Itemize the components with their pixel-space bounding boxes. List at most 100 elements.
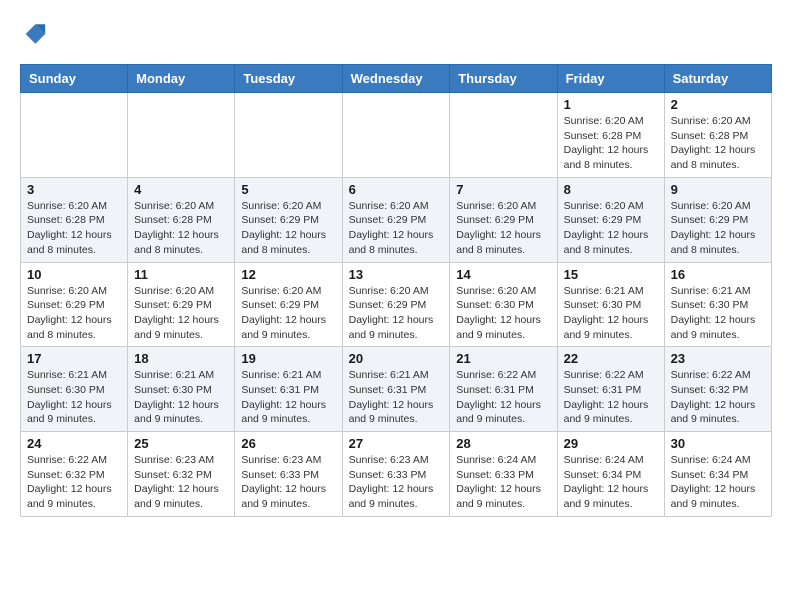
- day-number: 26: [241, 436, 335, 451]
- calendar-cell: 21Sunrise: 6:22 AM Sunset: 6:31 PM Dayli…: [450, 347, 557, 432]
- calendar-cell: 2 Sunrise: 6:20 AM Sunset: 6:28 PM Daylig…: [664, 93, 771, 178]
- day-number: 27: [349, 436, 444, 451]
- page-header: [20, 20, 772, 48]
- day-info: Sunrise: 6:21 AM Sunset: 6:31 PM Dayligh…: [349, 368, 444, 427]
- day-number: 6: [349, 182, 444, 197]
- day-number: 18: [134, 351, 228, 366]
- day-info: Sunrise: 6:22 AM Sunset: 6:31 PM Dayligh…: [456, 368, 550, 427]
- day-number: 11: [134, 267, 228, 282]
- day-number: 8: [564, 182, 658, 197]
- column-header-monday: Monday: [128, 65, 235, 93]
- calendar-cell: 12 Sunrise: 6:20 AM Sunset: 6:29 PM Dayli…: [235, 262, 342, 347]
- calendar-cell: [450, 93, 557, 178]
- calendar-week-row: 3 Sunrise: 6:20 AM Sunset: 6:28 PM Daylig…: [21, 177, 772, 262]
- logo: [20, 20, 52, 48]
- day-number: 19: [241, 351, 335, 366]
- day-number: 24: [27, 436, 121, 451]
- calendar-week-row: 24 Sunrise: 6:22 AM Sunset: 6:32 PM Dayli…: [21, 432, 772, 517]
- day-info: Sunrise: 6:20 AM Sunset: 6:30 PM Dayligh…: [456, 284, 550, 343]
- day-info: Sunrise: 6:24 AM Sunset: 6:33 PM Dayligh…: [456, 453, 550, 512]
- day-info: Sunrise: 6:22 AM Sunset: 6:32 PM Dayligh…: [27, 453, 121, 512]
- calendar-cell: 22 Sunrise: 6:22 AM Sunset: 6:31 PM Dayli…: [557, 347, 664, 432]
- day-number: 14: [456, 267, 550, 282]
- calendar-week-row: 17 Sunrise: 6:21 AM Sunset: 6:30 PM Dayli…: [21, 347, 772, 432]
- calendar-table: SundayMondayTuesdayWednesdayThursdayFrid…: [20, 64, 772, 517]
- day-info: Sunrise: 6:20 AM Sunset: 6:29 PM Dayligh…: [349, 284, 444, 343]
- day-info: Sunrise: 6:23 AM Sunset: 6:33 PM Dayligh…: [241, 453, 335, 512]
- day-number: 23: [671, 351, 765, 366]
- day-number: 9: [671, 182, 765, 197]
- day-info: Sunrise: 6:22 AM Sunset: 6:31 PM Dayligh…: [564, 368, 658, 427]
- calendar-cell: 16Sunrise: 6:21 AM Sunset: 6:30 PM Dayli…: [664, 262, 771, 347]
- day-number: 10: [27, 267, 121, 282]
- day-info: Sunrise: 6:20 AM Sunset: 6:28 PM Dayligh…: [134, 199, 228, 258]
- day-info: Sunrise: 6:20 AM Sunset: 6:29 PM Dayligh…: [241, 199, 335, 258]
- day-info: Sunrise: 6:20 AM Sunset: 6:29 PM Dayligh…: [456, 199, 550, 258]
- calendar-cell: 26 Sunrise: 6:23 AM Sunset: 6:33 PM Dayli…: [235, 432, 342, 517]
- day-info: Sunrise: 6:21 AM Sunset: 6:30 PM Dayligh…: [27, 368, 121, 427]
- calendar-cell: 18 Sunrise: 6:21 AM Sunset: 6:30 PM Dayli…: [128, 347, 235, 432]
- calendar-cell: 6 Sunrise: 6:20 AM Sunset: 6:29 PM Daylig…: [342, 177, 450, 262]
- calendar-cell: 19 Sunrise: 6:21 AM Sunset: 6:31 PM Dayli…: [235, 347, 342, 432]
- day-number: 3: [27, 182, 121, 197]
- calendar-cell: 8Sunrise: 6:20 AM Sunset: 6:29 PM Daylig…: [557, 177, 664, 262]
- day-info: Sunrise: 6:23 AM Sunset: 6:33 PM Dayligh…: [349, 453, 444, 512]
- calendar-week-row: 10 Sunrise: 6:20 AM Sunset: 6:29 PM Dayli…: [21, 262, 772, 347]
- day-info: Sunrise: 6:21 AM Sunset: 6:30 PM Dayligh…: [564, 284, 658, 343]
- calendar-cell: 13 Sunrise: 6:20 AM Sunset: 6:29 PM Dayli…: [342, 262, 450, 347]
- day-number: 17: [27, 351, 121, 366]
- day-number: 22: [564, 351, 658, 366]
- day-info: Sunrise: 6:21 AM Sunset: 6:30 PM Dayligh…: [134, 368, 228, 427]
- day-number: 28: [456, 436, 550, 451]
- column-header-saturday: Saturday: [664, 65, 771, 93]
- day-info: Sunrise: 6:24 AM Sunset: 6:34 PM Dayligh…: [671, 453, 765, 512]
- day-number: 5: [241, 182, 335, 197]
- day-info: Sunrise: 6:24 AM Sunset: 6:34 PM Dayligh…: [564, 453, 658, 512]
- calendar-cell: 30 Sunrise: 6:24 AM Sunset: 6:34 PM Dayli…: [664, 432, 771, 517]
- calendar-cell: 15Sunrise: 6:21 AM Sunset: 6:30 PM Dayli…: [557, 262, 664, 347]
- day-info: Sunrise: 6:20 AM Sunset: 6:28 PM Dayligh…: [671, 114, 765, 173]
- calendar-header-row: SundayMondayTuesdayWednesdayThursdayFrid…: [21, 65, 772, 93]
- day-number: 4: [134, 182, 228, 197]
- calendar-cell: 4 Sunrise: 6:20 AM Sunset: 6:28 PM Daylig…: [128, 177, 235, 262]
- column-header-tuesday: Tuesday: [235, 65, 342, 93]
- day-info: Sunrise: 6:20 AM Sunset: 6:28 PM Dayligh…: [564, 114, 658, 173]
- day-info: Sunrise: 6:21 AM Sunset: 6:31 PM Dayligh…: [241, 368, 335, 427]
- day-info: Sunrise: 6:20 AM Sunset: 6:29 PM Dayligh…: [134, 284, 228, 343]
- day-info: Sunrise: 6:20 AM Sunset: 6:28 PM Dayligh…: [27, 199, 121, 258]
- day-number: 13: [349, 267, 444, 282]
- calendar-cell: 17 Sunrise: 6:21 AM Sunset: 6:30 PM Dayli…: [21, 347, 128, 432]
- calendar-cell: 7Sunrise: 6:20 AM Sunset: 6:29 PM Daylig…: [450, 177, 557, 262]
- calendar-cell: 28 Sunrise: 6:24 AM Sunset: 6:33 PM Dayli…: [450, 432, 557, 517]
- calendar-cell: 24 Sunrise: 6:22 AM Sunset: 6:32 PM Dayli…: [21, 432, 128, 517]
- column-header-thursday: Thursday: [450, 65, 557, 93]
- column-header-friday: Friday: [557, 65, 664, 93]
- calendar-cell: 11 Sunrise: 6:20 AM Sunset: 6:29 PM Dayli…: [128, 262, 235, 347]
- day-number: 12: [241, 267, 335, 282]
- calendar-cell: [21, 93, 128, 178]
- calendar-cell: 5 Sunrise: 6:20 AM Sunset: 6:29 PM Daylig…: [235, 177, 342, 262]
- logo-icon: [20, 20, 48, 48]
- calendar-week-row: 1Sunrise: 6:20 AM Sunset: 6:28 PM Daylig…: [21, 93, 772, 178]
- day-info: Sunrise: 6:20 AM Sunset: 6:29 PM Dayligh…: [671, 199, 765, 258]
- day-number: 16: [671, 267, 765, 282]
- day-number: 20: [349, 351, 444, 366]
- day-number: 25: [134, 436, 228, 451]
- day-info: Sunrise: 6:20 AM Sunset: 6:29 PM Dayligh…: [27, 284, 121, 343]
- calendar-cell: [342, 93, 450, 178]
- calendar-cell: 10 Sunrise: 6:20 AM Sunset: 6:29 PM Dayli…: [21, 262, 128, 347]
- day-number: 2: [671, 97, 765, 112]
- day-info: Sunrise: 6:20 AM Sunset: 6:29 PM Dayligh…: [241, 284, 335, 343]
- calendar-cell: 23Sunrise: 6:22 AM Sunset: 6:32 PM Dayli…: [664, 347, 771, 432]
- calendar-cell: 1Sunrise: 6:20 AM Sunset: 6:28 PM Daylig…: [557, 93, 664, 178]
- column-header-wednesday: Wednesday: [342, 65, 450, 93]
- day-info: Sunrise: 6:20 AM Sunset: 6:29 PM Dayligh…: [349, 199, 444, 258]
- calendar-cell: 9 Sunrise: 6:20 AM Sunset: 6:29 PM Daylig…: [664, 177, 771, 262]
- calendar-cell: 29Sunrise: 6:24 AM Sunset: 6:34 PM Dayli…: [557, 432, 664, 517]
- day-number: 30: [671, 436, 765, 451]
- calendar-cell: 3 Sunrise: 6:20 AM Sunset: 6:28 PM Daylig…: [21, 177, 128, 262]
- calendar-cell: 27 Sunrise: 6:23 AM Sunset: 6:33 PM Dayli…: [342, 432, 450, 517]
- calendar-cell: [235, 93, 342, 178]
- calendar-cell: 25Sunrise: 6:23 AM Sunset: 6:32 PM Dayli…: [128, 432, 235, 517]
- calendar-cell: [128, 93, 235, 178]
